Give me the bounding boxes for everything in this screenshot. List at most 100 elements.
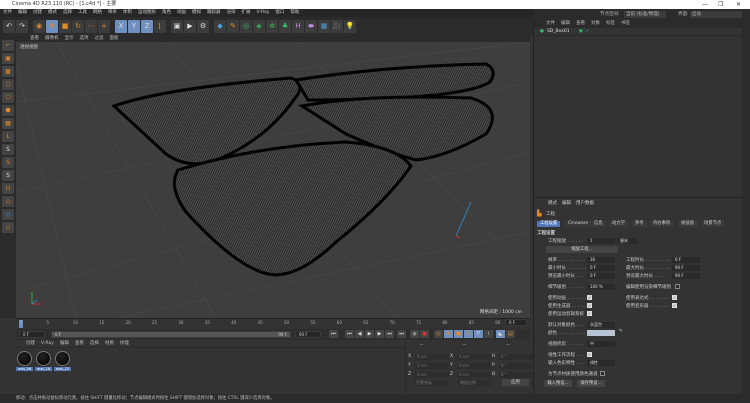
object-menu-item[interactable]: 标签 [606, 20, 615, 28]
menu-item[interactable]: 模拟 [192, 9, 201, 17]
key-pla-icon[interactable]: ⁞ [484, 330, 493, 338]
current-frame-field[interactable]: 0 F [19, 331, 45, 338]
attr-tab[interactable]: 信息 [591, 221, 606, 227]
keyframe-selection-icon[interactable]: ◎ [434, 330, 443, 338]
coord-field[interactable]: 0 ° [499, 363, 533, 369]
menu-item[interactable]: 工具 [78, 9, 87, 17]
subdivision-icon[interactable]: ◎ [240, 19, 252, 33]
menu-item[interactable]: 体积 [123, 9, 132, 17]
color-swatch[interactable] [587, 330, 615, 336]
right-tab-strip[interactable] [742, 20, 750, 394]
coord-field[interactable]: 0 ° [499, 354, 533, 360]
node-space-select[interactable]: 当前 (标准/物理) [624, 11, 666, 18]
axis-mode-icon[interactable]: L [2, 131, 14, 142]
menu-item[interactable]: 动画 [177, 9, 186, 17]
snap-icon[interactable]: S [2, 144, 14, 155]
viewport-menu-item[interactable]: 选项 [80, 35, 89, 42]
material-menu-item[interactable]: V-Ray [41, 340, 54, 347]
use-expressions-checkbox[interactable]: ✓ [672, 295, 677, 300]
attr-tab[interactable]: 工程设置 [537, 221, 561, 227]
go-start-icon[interactable]: ⏮ [329, 330, 338, 338]
objcolor-field[interactable]: 灰蓝色 [587, 322, 615, 328]
vertex-color-checkbox[interactable] [600, 371, 605, 376]
lod-field[interactable]: 100 % [587, 284, 615, 290]
visibility-check-icon[interactable]: ▣ ⁚✓ [579, 29, 590, 34]
coord-field[interactable]: 0 cm [415, 363, 449, 369]
render-view-icon[interactable]: ▣ [171, 19, 183, 33]
attr-tab[interactable]: 帧插值 [678, 221, 697, 227]
menu-item[interactable]: 窗口 [275, 9, 284, 17]
fps-field[interactable]: 30 [587, 257, 615, 263]
viewport-menu-item[interactable]: 过滤 [95, 35, 104, 42]
timeline-ruler[interactable]: 0 5 10 15 20 25 30 35 40 45 50 55 60 65 70 75 80 85 90 [16, 318, 530, 329]
object-menu-item[interactable]: 文件 [546, 20, 555, 28]
coord-field[interactable]: 0 ° [499, 372, 533, 378]
interface-select[interactable]: 启动 [690, 11, 742, 18]
deformer-icon[interactable]: H [292, 19, 304, 33]
attr-tab[interactable]: 场景节点 [701, 221, 725, 227]
edges-mode-icon[interactable]: ⬡ [2, 92, 14, 103]
viewport-menu-item[interactable]: 显示 [65, 35, 74, 42]
floor-icon[interactable]: ▦ [318, 19, 330, 33]
attr-tab[interactable]: 待办事项 [650, 221, 674, 227]
max-field[interactable]: 90 F [672, 265, 700, 271]
material-menu-item[interactable]: 纹理 [120, 340, 129, 347]
key-scale-icon[interactable]: ■ [454, 330, 463, 338]
play-icon[interactable]: ▶ [365, 330, 374, 338]
attr-menu-item[interactable]: 模式 [548, 200, 557, 206]
menu-item[interactable]: 帮助 [290, 9, 299, 17]
coord-field[interactable]: 0 cm [457, 363, 491, 369]
viewport-menu-item[interactable]: 查看 [30, 35, 39, 42]
key-position-icon[interactable]: ✥ [444, 330, 453, 338]
pmax-field[interactable]: 90 F [672, 273, 700, 279]
eyedropper-icon[interactable]: ✎ [619, 329, 623, 334]
menu-item[interactable]: 角色 [162, 9, 171, 17]
menu-item[interactable]: 扩展 [242, 9, 251, 17]
scale-icon[interactable]: ■ [59, 19, 71, 33]
apply-button[interactable]: 应用 [502, 379, 529, 386]
attr-tab[interactable]: 参考 [632, 221, 647, 227]
use-animation-checkbox[interactable]: ✓ [587, 295, 592, 300]
move-icon[interactable]: ✥ [46, 19, 58, 33]
right-frame-field[interactable]: 0 F [505, 319, 527, 326]
viewport-menu-item[interactable]: 面板 [110, 35, 119, 42]
coord-field[interactable]: 0 cm [457, 372, 491, 378]
object-menu-item[interactable]: 查看 [576, 20, 585, 28]
make-editable-icon[interactable]: ⌐ [2, 40, 14, 51]
go-end-icon[interactable]: ⏭ [397, 330, 406, 338]
attr-menu-item[interactable]: 用户数据 [576, 200, 594, 206]
menu-item[interactable]: 样条 [108, 9, 117, 17]
magnet-icon[interactable]: U [2, 183, 14, 194]
linear-workflow-checkbox[interactable]: ✓ [587, 352, 592, 357]
scale-unit-field[interactable]: 厘米 [617, 238, 637, 244]
range-slider[interactable]: 0 F 90 F [51, 331, 291, 338]
snap-settings-icon[interactable]: S [2, 157, 14, 168]
polygons-mode-icon[interactable]: ⬢ [2, 105, 14, 116]
snap-3d-icon[interactable]: S [2, 170, 14, 181]
minimize-button[interactable]: — [702, 0, 708, 9]
render-picture-icon[interactable]: ▶ [184, 19, 196, 33]
key-param-icon[interactable]: P [474, 330, 483, 338]
menu-item[interactable]: 模式 [48, 9, 57, 17]
material-menu-item[interactable]: 创建 [26, 340, 35, 347]
scale-project-button[interactable]: 缩放工程... [546, 246, 618, 253]
coord-field[interactable]: 0 cm [415, 372, 449, 378]
grid-icon[interactable]: ◇ [2, 222, 14, 233]
interpolation-icon[interactable]: ◣ [496, 330, 505, 338]
min-field[interactable]: 0 F [587, 265, 615, 271]
coord-system-icon[interactable]: ⌊ [154, 19, 166, 33]
texture-mode-icon[interactable]: ▩ [2, 66, 14, 77]
camera-icon[interactable]: 🎥 [331, 19, 343, 33]
next-key-icon[interactable]: ⏭ [385, 330, 394, 338]
z-axis-icon[interactable]: Z [141, 19, 153, 33]
scale-value-field[interactable]: 1 [587, 238, 615, 244]
field-icon[interactable]: ✲ [266, 19, 278, 33]
uv-mode-icon[interactable]: ▦ [2, 118, 14, 129]
viewport[interactable]: 透视视图 ✥ ⇩ ↻ ▢ 网格间距 : 1000 cm [16, 42, 530, 318]
material-menu-item[interactable]: 选择 [90, 340, 99, 347]
transform-icon[interactable]: + [98, 19, 110, 33]
prev-frame-icon[interactable]: ◀ [355, 330, 364, 338]
next-frame-icon[interactable]: ▶ [375, 330, 384, 338]
material-swatch[interactable]: mat_18 [35, 350, 52, 374]
key-rotation-icon[interactable]: ↻ [464, 330, 473, 338]
